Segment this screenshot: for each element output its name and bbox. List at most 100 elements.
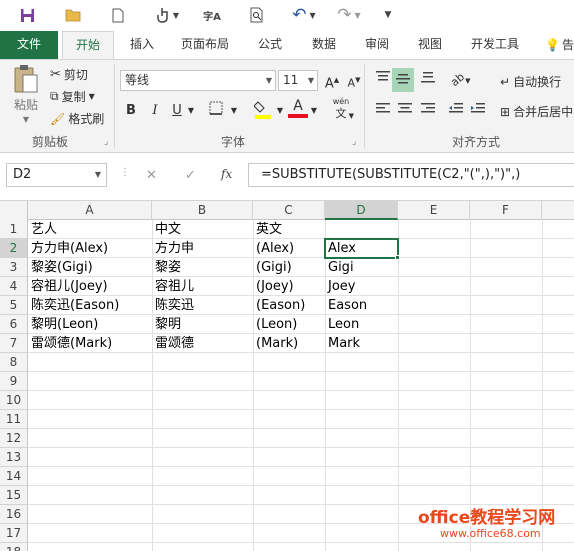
row-header[interactable]: 6 bbox=[0, 315, 28, 334]
name-box[interactable]: D2 ▼ bbox=[6, 163, 107, 187]
column-header-b[interactable]: B bbox=[152, 201, 253, 220]
row-header[interactable]: 14 bbox=[0, 467, 28, 486]
new-icon[interactable] bbox=[110, 6, 126, 24]
cell-b7[interactable]: 雷颂德 bbox=[152, 334, 253, 353]
font-name-select[interactable]: 等线 ▼ bbox=[120, 70, 276, 91]
row-header[interactable]: 12 bbox=[0, 429, 28, 448]
align-right-button[interactable] bbox=[418, 101, 438, 121]
cell-a2[interactable]: 方力申(Alex) bbox=[28, 239, 152, 258]
shrink-font-button[interactable]: A▼ bbox=[344, 70, 364, 90]
paste-button[interactable]: 粘贴 ▼ bbox=[8, 64, 44, 124]
fill-color-dropdown-icon[interactable]: ▼ bbox=[274, 101, 286, 121]
font-size-select[interactable]: 11 ▼ bbox=[278, 70, 318, 91]
decrease-indent-button[interactable] bbox=[446, 101, 466, 121]
cell-b3[interactable]: 黎姿 bbox=[152, 258, 253, 277]
fill-color-button[interactable] bbox=[252, 98, 274, 119]
cell-c5[interactable]: (Eason) bbox=[253, 296, 325, 315]
open-icon[interactable] bbox=[63, 6, 83, 24]
underline-dropdown-icon[interactable]: ▼ bbox=[185, 101, 197, 121]
font-color-dropdown-icon[interactable]: ▼ bbox=[308, 101, 320, 121]
row-header[interactable]: 8 bbox=[0, 353, 28, 372]
align-left-button[interactable] bbox=[373, 101, 393, 121]
column-header-e[interactable]: E bbox=[398, 201, 470, 220]
row-header[interactable]: 13 bbox=[0, 448, 28, 467]
cell-d4[interactable]: Joey bbox=[325, 277, 398, 296]
tab-formulas[interactable]: 公式 bbox=[250, 31, 290, 59]
row-header[interactable]: 11 bbox=[0, 410, 28, 429]
enter-icon[interactable]: ✓ bbox=[185, 168, 196, 183]
row-header[interactable]: 1 bbox=[0, 220, 28, 239]
cell-a3[interactable]: 黎姿(Gigi) bbox=[28, 258, 152, 277]
redo-icon[interactable]: ↷ ▼ bbox=[334, 5, 364, 25]
column-header-c[interactable]: C bbox=[253, 201, 325, 220]
column-header-d[interactable]: D bbox=[325, 201, 398, 220]
tab-view[interactable]: 视图 bbox=[410, 31, 450, 59]
orientation-button[interactable]: ab▼ bbox=[448, 70, 474, 90]
tab-insert[interactable]: 插入 bbox=[122, 31, 162, 59]
italic-button[interactable]: I bbox=[145, 101, 165, 121]
cell-c1[interactable]: 英文 bbox=[253, 220, 325, 239]
cell-c3[interactable]: (Gigi) bbox=[253, 258, 325, 277]
tab-home[interactable]: 开始 bbox=[62, 31, 114, 60]
undo-icon[interactable]: ↶ ▼ bbox=[289, 5, 319, 25]
fill-handle[interactable] bbox=[395, 255, 400, 260]
row-header[interactable]: 9 bbox=[0, 372, 28, 391]
tab-data[interactable]: 数据 bbox=[304, 31, 344, 59]
font-launcher-icon[interactable]: ⌟ bbox=[352, 137, 356, 147]
cell-b6[interactable]: 黎明 bbox=[152, 315, 253, 334]
align-center-button[interactable] bbox=[395, 101, 415, 121]
select-all-corner[interactable] bbox=[0, 201, 28, 220]
row-header[interactable]: 5 bbox=[0, 296, 28, 315]
cell-a4[interactable]: 容祖儿(Joey) bbox=[28, 277, 152, 296]
font-color-button[interactable]: A bbox=[288, 98, 308, 118]
cell-c7[interactable]: (Mark) bbox=[253, 334, 325, 353]
grow-font-button[interactable]: A▲ bbox=[322, 70, 342, 91]
cell-b2[interactable]: 方力申 bbox=[152, 239, 253, 258]
phonetic-button[interactable]: wén 文 ▼ bbox=[328, 96, 354, 126]
align-middle-button[interactable] bbox=[392, 68, 414, 92]
tab-review[interactable]: 审阅 bbox=[357, 31, 397, 59]
cell-b4[interactable]: 容祖儿 bbox=[152, 277, 253, 296]
row-header[interactable]: 18 bbox=[0, 543, 28, 551]
cell-d3[interactable]: Gigi bbox=[325, 258, 398, 277]
cell-a7[interactable]: 雷颂德(Mark) bbox=[28, 334, 152, 353]
row-header[interactable]: 10 bbox=[0, 391, 28, 410]
cancel-icon[interactable]: ✕ bbox=[146, 168, 157, 183]
increase-indent-button[interactable] bbox=[468, 101, 488, 121]
print-preview-icon[interactable] bbox=[248, 6, 266, 24]
row-header[interactable]: 16 bbox=[0, 505, 28, 524]
cell-b1[interactable]: 中文 bbox=[152, 220, 253, 239]
cell-d5[interactable]: Eason bbox=[325, 296, 398, 315]
tab-tell-me[interactable]: 💡 告 bbox=[545, 31, 574, 59]
cell-c4[interactable]: (Joey) bbox=[253, 277, 325, 296]
cell-c6[interactable]: (Leon) bbox=[253, 315, 325, 334]
borders-dropdown-icon[interactable]: ▼ bbox=[228, 101, 240, 121]
align-bottom-button[interactable] bbox=[418, 70, 438, 90]
clipboard-launcher-icon[interactable]: ⌟ bbox=[104, 137, 108, 147]
row-header[interactable]: 7 bbox=[0, 334, 28, 353]
align-top-button[interactable] bbox=[373, 70, 393, 90]
tab-page-layout[interactable]: 页面布局 bbox=[174, 31, 236, 59]
copy-button[interactable]: ⧉ 复制 ▼ bbox=[50, 88, 95, 105]
formula-input[interactable]: =SUBSTITUTE(SUBSTITUTE(C2,"(",),")",) bbox=[248, 163, 574, 187]
borders-button[interactable] bbox=[204, 101, 228, 121]
cell-a6[interactable]: 黎明(Leon) bbox=[28, 315, 152, 334]
cell-d7[interactable]: Mark bbox=[325, 334, 398, 353]
underline-button[interactable]: U bbox=[167, 101, 187, 121]
cell-d1[interactable] bbox=[325, 220, 398, 239]
customize-icon[interactable]: ▼ bbox=[380, 6, 396, 24]
wrap-text-button[interactable]: ↵ 自动换行 bbox=[500, 73, 561, 90]
format-painter-button[interactable]: 🖌 格式刷 bbox=[50, 110, 104, 127]
save-icon[interactable] bbox=[18, 6, 36, 24]
tab-developer[interactable]: 开发工具 bbox=[462, 31, 528, 59]
cell-a5[interactable]: 陈奕迅(Eason) bbox=[28, 296, 152, 315]
cut-button[interactable]: ✂ 剪切 bbox=[50, 66, 88, 83]
cell-a1[interactable]: 艺人 bbox=[28, 220, 152, 239]
row-header[interactable]: 2 bbox=[0, 239, 28, 258]
row-header[interactable]: 4 bbox=[0, 277, 28, 296]
merge-center-button[interactable]: ⊞ 合并后居中 bbox=[500, 103, 573, 120]
cell-b5[interactable]: 陈奕迅 bbox=[152, 296, 253, 315]
column-header-f[interactable]: F bbox=[470, 201, 542, 220]
cell-d6[interactable]: Leon bbox=[325, 315, 398, 334]
tab-file[interactable]: 文件 bbox=[0, 31, 58, 59]
